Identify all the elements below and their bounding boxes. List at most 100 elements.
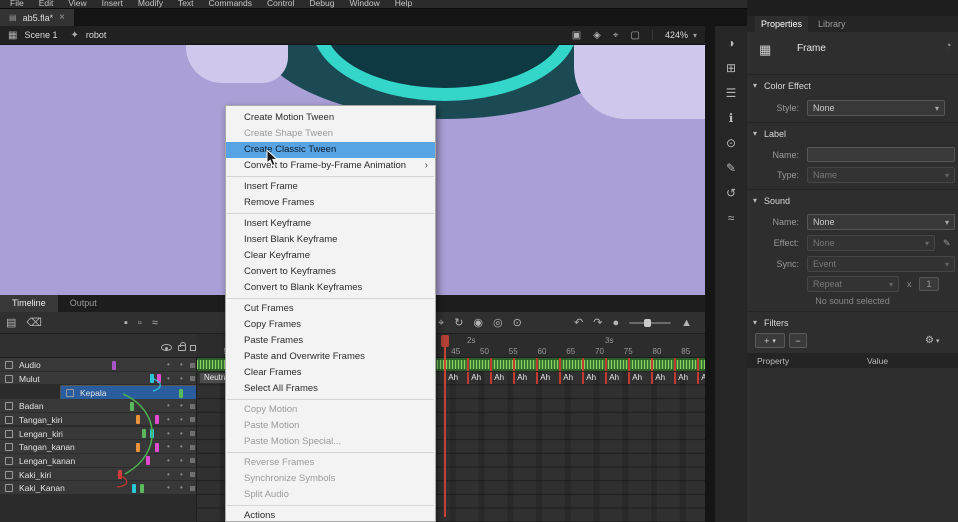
help-icon[interactable]: ◔ — [945, 40, 952, 52]
onion-skin-icon[interactable]: ◉ — [473, 318, 483, 329]
lock-dot[interactable]: • — [180, 429, 183, 438]
outline-color-swatch[interactable] — [190, 458, 195, 463]
menu-item-actions[interactable]: Actions — [226, 508, 435, 522]
visibility-dot[interactable]: • — [167, 456, 170, 465]
lock-dot[interactable]: • — [180, 374, 183, 383]
menu-commands[interactable]: Commands — [209, 0, 252, 8]
visibility-dot[interactable]: • — [167, 415, 170, 424]
play-icon[interactable]: ● — [612, 318, 619, 329]
document-tab[interactable]: ▤ ab5.fla* × — [0, 9, 74, 26]
advanced-layers-icon[interactable]: ≈ — [152, 318, 158, 329]
transform-icon[interactable]: ⊙ — [719, 134, 743, 152]
menu-item-insert-frame[interactable]: Insert Frame — [226, 179, 435, 195]
layer-options-icon[interactable]: ▤ — [6, 318, 16, 329]
step-forward-icon[interactable]: ↷ — [593, 318, 602, 329]
menu-item-paste-and-overwrite-frames[interactable]: Paste and Overwrite Frames — [226, 349, 435, 365]
menu-item-create-classic-tween[interactable]: Create Classic Tween — [226, 142, 435, 158]
outline-color-swatch[interactable] — [190, 363, 195, 368]
outline-color-swatch[interactable] — [190, 417, 195, 422]
tween-view-icon[interactable]: ▪ — [124, 318, 128, 329]
menu-item-copy-frames[interactable]: Copy Frames — [226, 317, 435, 333]
section-label[interactable]: ▾ Label — [747, 128, 958, 142]
lock-dot[interactable]: • — [180, 470, 183, 479]
playhead[interactable] — [441, 335, 449, 347]
align-icon[interactable]: ☰ — [719, 84, 743, 102]
menu-view[interactable]: View — [68, 0, 86, 8]
visibility-dot[interactable]: • — [167, 442, 170, 451]
history-icon[interactable]: ↺ — [719, 184, 743, 202]
tab-properties[interactable]: Properties — [755, 16, 808, 32]
outline-color-swatch[interactable] — [190, 431, 195, 436]
outline-color-swatch[interactable] — [190, 472, 195, 477]
outline-color-swatch[interactable] — [190, 376, 195, 381]
center-frame-icon[interactable]: ⌖ — [438, 318, 444, 329]
lock-dot[interactable]: • — [180, 360, 183, 369]
visibility-dot[interactable]: • — [167, 429, 170, 438]
menu-text[interactable]: Text — [178, 0, 194, 8]
menu-item-remove-frames[interactable]: Remove Frames — [226, 195, 435, 211]
outline-color-swatch[interactable] — [190, 445, 195, 450]
timeline-resize-view-icon[interactable]: ▲ — [681, 318, 692, 329]
menu-modify[interactable]: Modify — [138, 0, 163, 8]
layer-row-lengan_kanan[interactable]: Lengan_kanan•• — [0, 454, 197, 468]
menu-item-convert-to-keyframes[interactable]: Convert to Keyframes — [226, 264, 435, 280]
layer-row-tangan_kanan[interactable]: Tangan_kanan•• — [0, 440, 197, 454]
layer-row-badan[interactable]: Badan•• — [0, 399, 197, 413]
onion-outline-icon[interactable]: ◎ — [493, 318, 503, 329]
section-sound[interactable]: ▾ Sound — [747, 195, 958, 209]
layer-row-audio[interactable]: Audio•• — [0, 358, 197, 372]
menu-help[interactable]: Help — [395, 0, 412, 8]
edit-sound-envelope-icon[interactable]: ✎ — [943, 238, 951, 249]
camera-icon[interactable]: ▣ — [572, 30, 581, 41]
breadcrumb-symbol[interactable]: robot — [86, 30, 107, 40]
menu-item-create-motion-tween[interactable]: Create Motion Tween — [226, 110, 435, 126]
visibility-dot[interactable]: • — [167, 374, 170, 383]
lock-dot[interactable]: • — [180, 442, 183, 451]
lock-dot[interactable]: • — [180, 401, 183, 410]
zoom-control[interactable]: 424% ▾ — [652, 30, 697, 40]
section-filters[interactable]: ▾ Filters — [747, 317, 958, 331]
menu-item-cut-frames[interactable]: Cut Frames — [226, 301, 435, 317]
menu-item-select-all-frames[interactable]: Select All Frames — [226, 381, 435, 397]
lock-dot[interactable]: • — [180, 415, 183, 424]
tab-library[interactable]: Library — [812, 16, 852, 32]
color-icon[interactable]: ◑ — [719, 34, 743, 52]
outline-all-icon[interactable] — [190, 345, 196, 351]
outline-color-swatch[interactable] — [190, 404, 195, 409]
lock-dot[interactable]: • — [180, 456, 183, 465]
label-name-input[interactable] — [807, 147, 955, 162]
camera-layer-icon[interactable]: ▫ — [138, 318, 142, 329]
lock-dot[interactable]: • — [180, 483, 183, 492]
menu-control[interactable]: Control — [267, 0, 294, 8]
info-icon[interactable]: ℹ — [719, 109, 743, 127]
menu-item-convert-to-frame-by-frame-animation[interactable]: Convert to Frame-by-Frame Animation› — [226, 158, 435, 174]
layer-row-kaki_kanan[interactable]: Kaki_Kanan•• — [0, 481, 197, 495]
show-hide-all-icon[interactable] — [161, 344, 172, 351]
remove-filter-button[interactable]: − — [789, 333, 807, 348]
visibility-dot[interactable]: • — [167, 401, 170, 410]
lock-all-icon[interactable] — [178, 345, 186, 351]
menu-item-insert-keyframe[interactable]: Insert Keyframe — [226, 216, 435, 232]
menu-item-insert-blank-keyframe[interactable]: Insert Blank Keyframe — [226, 232, 435, 248]
menu-window[interactable]: Window — [349, 0, 379, 8]
tab-timeline[interactable]: Timeline — [0, 295, 58, 312]
edit-multiple-frames-icon[interactable]: ⊙ — [513, 318, 522, 329]
tab-output[interactable]: Output — [58, 295, 109, 312]
layer-row-mulut[interactable]: Mulut•• — [0, 372, 197, 386]
clip-content-icon[interactable]: ▢ — [631, 30, 640, 41]
layer-row-kaki_kiri[interactable]: Kaki_kiri•• — [0, 468, 197, 482]
menu-insert[interactable]: Insert — [102, 0, 123, 8]
visibility-dot[interactable]: • — [167, 470, 170, 479]
breadcrumb-scene[interactable]: Scene 1 — [24, 30, 57, 40]
layer-row-tangan_kiri[interactable]: Tangan_kiri•• — [0, 413, 197, 427]
center-stage-icon[interactable]: ⌖ — [613, 30, 619, 41]
delete-layer-icon[interactable]: ⌫ — [26, 318, 42, 329]
loop-playback-icon[interactable]: ↻ — [454, 318, 463, 329]
menu-item-clear-frames[interactable]: Clear Frames — [226, 365, 435, 381]
fill-stage-icon[interactable]: ◈ — [593, 30, 601, 41]
sound-name-select[interactable]: None▾ — [807, 214, 955, 230]
menu-debug[interactable]: Debug — [309, 0, 334, 8]
motion-editor-icon[interactable]: ≈ — [719, 209, 743, 227]
layer-row-lengan_kiri[interactable]: Lengan_kiri•• — [0, 427, 197, 441]
visibility-dot[interactable]: • — [167, 360, 170, 369]
